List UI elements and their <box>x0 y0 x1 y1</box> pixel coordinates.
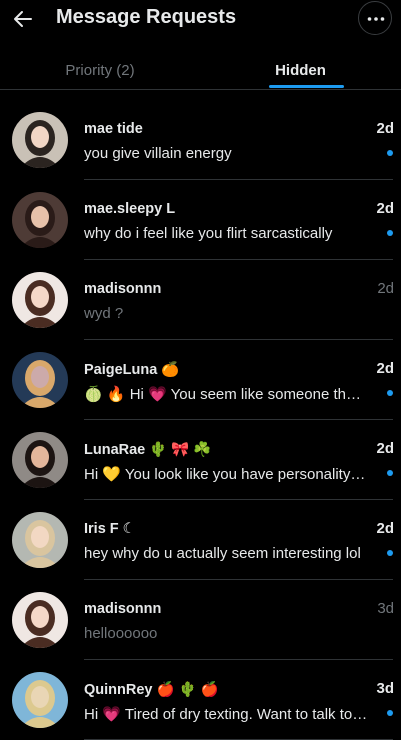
message-preview: why do i feel like you flirt sarcastical… <box>84 225 333 242</box>
message-preview: wyd ? <box>84 305 124 322</box>
avatar[interactable] <box>12 112 68 168</box>
conversation-row[interactable]: madisonnn 3d helloooooo <box>0 580 401 660</box>
message-preview: Hi 💗 Tired of dry texting. Want to talk … <box>84 706 368 723</box>
message-preview: helloooooo <box>84 625 158 642</box>
sender-name: mae.sleepy L <box>84 201 176 217</box>
arrow-left-icon[interactable] <box>12 8 34 30</box>
conversation-row[interactable]: QuinnRey 🍎 🌵 🍎 3d Hi 💗 Tired of dry textin… <box>0 660 401 740</box>
timestamp: 2d <box>376 440 394 457</box>
unread-indicator <box>387 550 393 556</box>
conversation-row[interactable]: madisonnn 2d wyd ? <box>0 260 401 340</box>
sender-name: madisonnn <box>84 601 162 617</box>
avatar[interactable] <box>12 192 68 248</box>
conversation-row[interactable]: LunaRae 🌵 🎀 ☘️ 2d Hi 💛 You look like you h… <box>0 420 401 500</box>
conversation-row[interactable]: mae.sleepy L 2d why do i feel like you fli… <box>0 180 401 260</box>
message-preview: Hi 💛 You look like you have personality … <box>84 466 368 483</box>
timestamp: 2d <box>376 520 394 537</box>
sender-name: madisonnn <box>84 281 162 297</box>
avatar[interactable] <box>12 352 68 408</box>
avatar[interactable] <box>12 272 68 328</box>
page-title: Message Requests <box>56 6 237 28</box>
tab-priority[interactable]: Priority (2) <box>0 62 200 79</box>
avatar[interactable] <box>12 592 68 648</box>
unread-indicator <box>387 470 393 476</box>
timestamp: 2d <box>376 120 394 137</box>
active-tab-indicator <box>269 85 344 88</box>
unread-indicator <box>387 230 393 236</box>
message-preview: you give villain energy <box>84 145 232 162</box>
timestamp: 2d <box>376 200 394 217</box>
avatar[interactable] <box>12 432 68 488</box>
unread-indicator <box>387 390 393 396</box>
timestamp: 3d <box>376 680 394 697</box>
conversation-row[interactable]: Iris F ☾ 2d hey why do u actually seem int… <box>0 500 401 580</box>
avatar[interactable] <box>12 512 68 568</box>
timestamp: 2d <box>376 360 394 377</box>
sender-name: QuinnRey 🍎 🌵 🍎 <box>84 682 219 698</box>
unread-indicator <box>387 710 393 716</box>
timestamp: 2d <box>377 280 394 297</box>
tab-hidden[interactable]: Hidden <box>200 62 401 79</box>
conversation-row[interactable]: mae tide 2d you give villain energy <box>0 100 401 180</box>
conversation-row[interactable]: PaigeLuna 🍊 2d 🍈 🔥 Hi 💗 You seem like some… <box>0 340 401 420</box>
sender-name: PaigeLuna 🍊 <box>84 362 180 378</box>
more-horizontal-icon <box>367 17 385 21</box>
unread-indicator <box>387 150 393 156</box>
sender-name: LunaRae 🌵 🎀 ☘️ <box>84 442 212 458</box>
message-preview: 🍈 🔥 Hi 💗 You seem like someone that’s ac… <box>84 386 368 403</box>
avatar[interactable] <box>12 672 68 728</box>
tab-bar: Priority (2) Hidden <box>0 52 401 90</box>
sender-name: mae tide <box>84 121 143 137</box>
message-preview: hey why do u actually seem interesting l… <box>84 545 361 562</box>
sender-name: Iris F ☾ <box>84 521 136 537</box>
more-options-button[interactable] <box>358 1 392 35</box>
timestamp: 3d <box>377 600 394 617</box>
top-bar: Message Requests <box>0 0 401 38</box>
